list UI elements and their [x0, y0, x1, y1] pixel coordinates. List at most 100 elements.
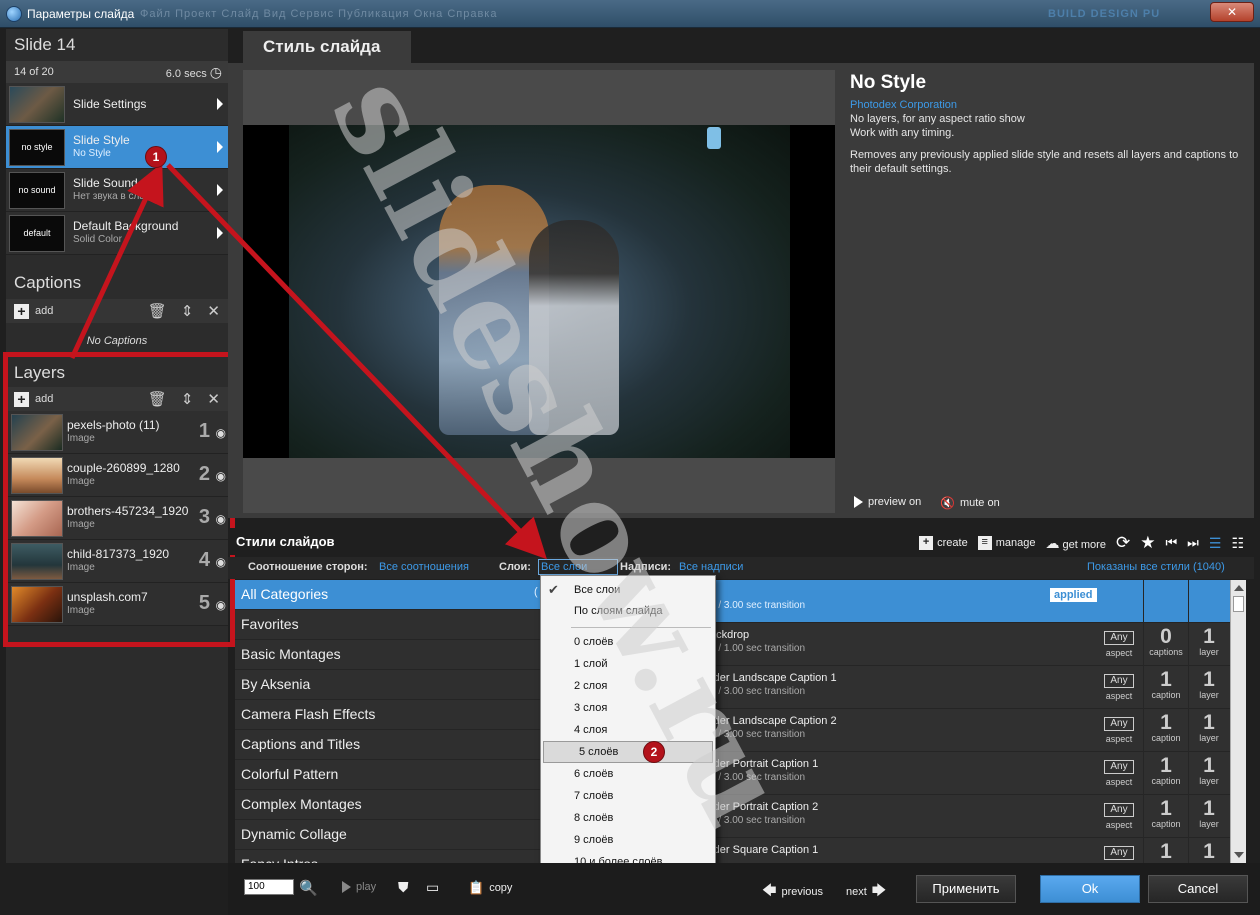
play-button[interactable]: play	[342, 881, 376, 893]
category-item[interactable]: Dynamic Collage	[235, 820, 547, 850]
detail-view-icon[interactable]: ☷	[1231, 535, 1244, 552]
eye-icon[interactable]: ◉	[216, 469, 226, 483]
layer-item[interactable]: brothers-457234_1920 Image 3 ◉	[6, 497, 228, 540]
dropdown-option[interactable]: 4 слоя	[541, 720, 715, 742]
zoom-input[interactable]: 100	[244, 879, 294, 895]
create-button[interactable]: + create	[919, 536, 968, 550]
dropdown-option[interactable]: 7 слоёв	[541, 786, 715, 808]
eye-icon[interactable]: ◉	[216, 426, 226, 440]
captions-add-button[interactable]: add	[35, 305, 53, 317]
dropdown-option-all-layers[interactable]: ✔ Все слои	[541, 580, 715, 602]
play-icon	[854, 496, 863, 508]
manage-button[interactable]: ≡ manage	[977, 536, 1035, 550]
next-button[interactable]: next 🡆	[846, 880, 886, 904]
apply-button[interactable]: Применить	[916, 875, 1016, 903]
shield-icon[interactable]: ⛊	[398, 879, 409, 896]
layers-add-button[interactable]: add	[35, 393, 53, 405]
plus-icon[interactable]: +	[14, 391, 29, 407]
play-icon	[342, 881, 351, 893]
sort-icon[interactable]: ⇕	[181, 302, 194, 320]
aspect-filter-select[interactable]: Все соотношения	[379, 561, 469, 573]
style-info-line1: No layers, for any aspect ratio show	[850, 113, 1025, 125]
sort-icon[interactable]: ⇕	[181, 390, 194, 408]
style-list-scrollbar[interactable]	[1230, 580, 1246, 863]
dropdown-option[interactable]: 3 слоя	[541, 698, 715, 720]
mute-on-toggle[interactable]: 🔇 mute on	[940, 496, 1000, 510]
zoom-search-icon[interactable]: 🔍	[299, 879, 318, 897]
star-icon[interactable]: ★	[1140, 533, 1155, 553]
captions-count: 0	[1160, 625, 1172, 648]
captions-filter-select[interactable]: Все надписи	[679, 561, 743, 573]
copy-button[interactable]: 📋 copy	[468, 880, 512, 896]
get-more-button[interactable]: ☁ get more	[1045, 535, 1105, 552]
layers-label: layer	[1199, 819, 1219, 829]
list-view-icon[interactable]: ☰	[1209, 535, 1222, 552]
dropdown-option[interactable]: 9 слоёв	[541, 830, 715, 852]
category-item[interactable]: Fancy Intros	[235, 850, 547, 863]
dropdown-option-highlighted[interactable]: 5 слоёв	[543, 741, 713, 763]
ok-button[interactable]: Ok	[1040, 875, 1140, 903]
previous-button[interactable]: 🡄 previous	[762, 880, 823, 904]
trash-icon[interactable]: 🗑	[148, 390, 167, 408]
scroll-down-icon[interactable]	[1234, 852, 1244, 858]
captions-count: 1	[1160, 840, 1172, 863]
eye-icon[interactable]: ◉	[216, 555, 226, 569]
dropdown-option[interactable]: 6 слоёв	[541, 764, 715, 786]
preview-on-toggle[interactable]: preview on	[854, 496, 921, 508]
layer-item[interactable]: couple-260899_1280 Image 2 ◉	[6, 454, 228, 497]
eye-icon[interactable]: ◉	[216, 598, 226, 612]
category-item[interactable]: Captions and Titles	[235, 730, 547, 760]
slide-sound-value: Нет звука в слайде	[73, 191, 162, 202]
scroll-up-icon[interactable]	[1234, 585, 1244, 591]
category-item[interactable]: Favorites	[235, 610, 547, 640]
slide-style-item[interactable]: no style Slide Style No Style	[6, 126, 228, 169]
eye-icon[interactable]: ◉	[216, 512, 226, 526]
layers-filter-select[interactable]: Все слои	[538, 559, 618, 575]
captions-filter-label: Надписи:	[620, 561, 671, 573]
dropdown-option[interactable]: 0 слоёв	[541, 632, 715, 654]
dropdown-option[interactable]: 2 слоя	[541, 676, 715, 698]
refresh-icon[interactable]: ⟳	[1116, 533, 1130, 553]
aspect-label: aspect	[1105, 691, 1133, 701]
skip-last-icon[interactable]: ⏭	[1187, 535, 1199, 551]
column-divider	[1143, 580, 1144, 863]
dropdown-option[interactable]: 8 слоёв	[541, 808, 715, 830]
slide-settings-item[interactable]: Slide Settings	[6, 83, 228, 126]
category-item[interactable]: Basic Montages	[235, 640, 547, 670]
layer-item[interactable]: child-817373_1920 Image 4 ◉	[6, 540, 228, 583]
layer-item[interactable]: unsplash.com7 Image 5 ◉	[6, 583, 228, 626]
category-item[interactable]: Camera Flash Effects	[235, 700, 547, 730]
default-background-item[interactable]: default Default Background Solid Color	[6, 212, 228, 255]
dropdown-option[interactable]: 1 слой	[541, 654, 715, 676]
category-item[interactable]: By Aksenia	[235, 670, 547, 700]
plus-icon[interactable]: +	[14, 303, 29, 319]
trash-icon[interactable]: 🗑	[148, 302, 167, 320]
annotation-badge-1: 1	[145, 146, 167, 168]
captions-title: Captions	[14, 273, 82, 292]
dropdown-option-by-slide-layers[interactable]: По слоям слайда	[541, 601, 715, 623]
play-label: play	[356, 881, 377, 893]
scroll-thumb[interactable]	[1233, 596, 1244, 612]
category-item[interactable]: Colorful Pattern	[235, 760, 547, 790]
slide-duration[interactable]: 6.0 secs ◷	[166, 64, 222, 81]
style-author-link[interactable]: Photodex Corporation	[850, 98, 1240, 112]
category-label: All Categories	[241, 586, 329, 602]
slide-sound-item[interactable]: no sound Slide Sound Нет звука в слайде	[6, 169, 228, 212]
category-item[interactable]: Complex Montages	[235, 790, 547, 820]
tools-icon[interactable]: ✕	[207, 302, 220, 320]
skip-first-icon[interactable]: ⏮	[1165, 535, 1177, 551]
layer-thumbnail	[11, 413, 63, 451]
title-bar: Параметры слайда Файл Проект Слайд Вид С…	[0, 0, 1260, 28]
close-button[interactable]: ✕	[1210, 2, 1254, 22]
background-menu-ghost: Файл Проект Слайд Вид Сервис Публикация …	[140, 8, 498, 20]
layer-item[interactable]: pexels-photo (11) Image 1 ◉	[6, 411, 228, 454]
cancel-button[interactable]: Cancel	[1148, 875, 1248, 903]
window-icon[interactable]: ▭	[426, 879, 439, 896]
layer-name: child-817373_1920	[67, 547, 170, 561]
category-item[interactable]: All Categories (	[235, 580, 547, 610]
layers-count: 1	[1203, 797, 1215, 820]
slide-style-value: No Style	[73, 148, 111, 159]
tab-slide-style[interactable]: Стиль слайда	[243, 31, 411, 63]
get-more-label: get more	[1062, 538, 1106, 551]
tools-icon[interactable]: ✕	[207, 390, 220, 408]
